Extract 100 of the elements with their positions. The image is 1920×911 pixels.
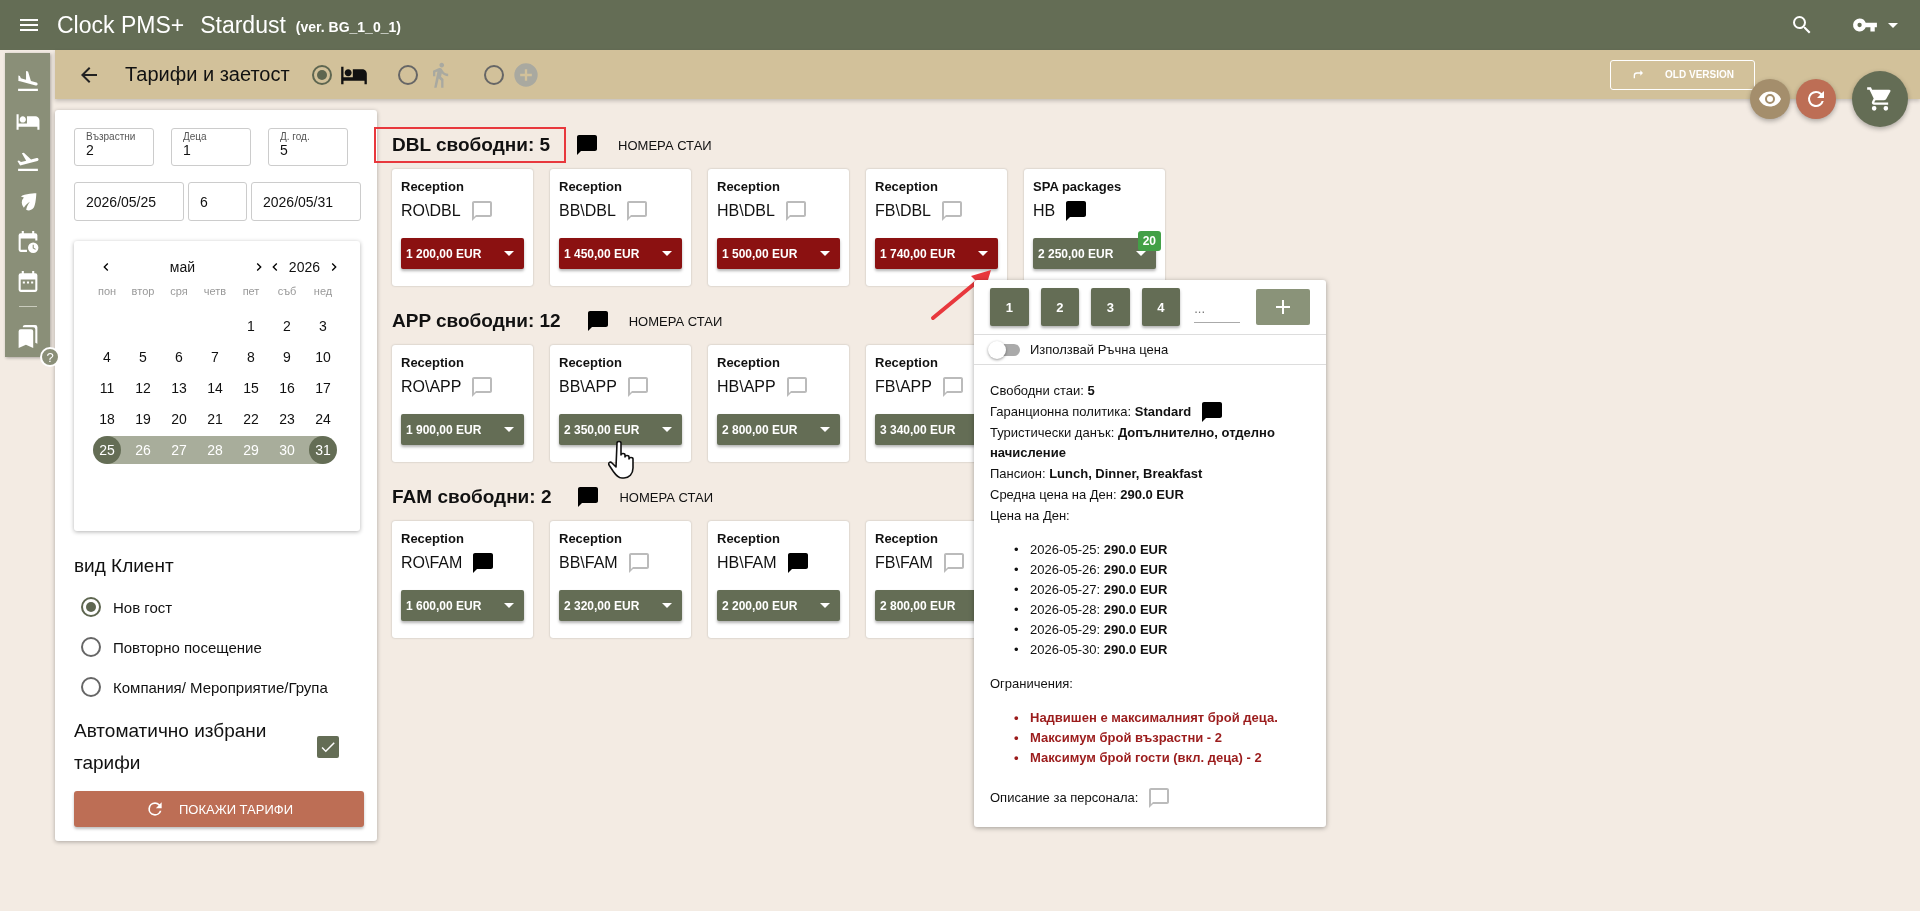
price-dropdown-button[interactable]: 1 200,00 EUR — [401, 238, 524, 269]
room-numbers-link[interactable]: НОМЕРА СТАИ — [618, 137, 712, 153]
show-rates-button[interactable]: ПОКАЖИ ТАРИФИ — [74, 791, 364, 827]
weekday-label: съб — [276, 285, 298, 299]
rate-source: Reception — [401, 355, 465, 370]
calendar-day[interactable]: 3 — [309, 312, 337, 340]
client-type-radio[interactable] — [81, 677, 101, 697]
calendar-day[interactable]: 20 — [165, 405, 193, 433]
refresh-button[interactable] — [1796, 79, 1836, 119]
weekday-label: четв — [202, 285, 228, 299]
weekday-label: пет — [241, 285, 261, 299]
comment-outline-icon[interactable] — [941, 377, 964, 397]
detail-text: Цена на Ден: — [990, 507, 1070, 525]
caret-icon[interactable] — [1888, 22, 1898, 28]
filled-comment-icon[interactable] — [577, 487, 600, 507]
room-numbers-link[interactable]: НОМЕРА СТАИ — [628, 313, 723, 329]
calendar-day[interactable]: 1 — [237, 312, 265, 340]
price-dropdown-button[interactable]: 2 200,00 EUR — [717, 590, 840, 621]
auto-rates-checkbox[interactable] — [317, 736, 339, 758]
comment-outline-icon[interactable] — [627, 553, 650, 573]
comment-outline-icon[interactable] — [626, 377, 649, 397]
price-dropdown-button[interactable]: 1 740,00 EUR — [875, 238, 998, 269]
date-field[interactable]: 6 — [188, 182, 247, 221]
comment-outline-icon[interactable] — [625, 201, 648, 221]
price-dropdown-button[interactable]: 1 900,00 EUR — [401, 414, 524, 445]
cart-button[interactable] — [1852, 71, 1908, 127]
comment-outline-icon[interactable] — [1148, 788, 1171, 808]
room-type-title: APP свободни: 12 — [392, 309, 562, 333]
filled-comment-icon[interactable] — [586, 311, 609, 331]
calendar-day[interactable]: 7 — [201, 343, 229, 371]
price-dropdown-button[interactable]: 1 500,00 EUR — [717, 238, 840, 269]
calendar-day[interactable]: 22 — [237, 405, 265, 433]
comment-outline-icon[interactable] — [784, 201, 807, 221]
calendar-day[interactable]: 17 — [309, 374, 337, 402]
calendar-day[interactable]: 6 — [165, 343, 193, 371]
rate-source: Reception — [875, 179, 939, 194]
calendar-day[interactable]: 4 — [93, 343, 121, 371]
number-field[interactable]: Деца 1 — [171, 128, 251, 166]
rate-source: Reception — [875, 531, 939, 546]
comment-outline-icon[interactable] — [470, 201, 493, 221]
date-field[interactable]: 2026/05/31 — [251, 182, 361, 221]
comment-outline-icon[interactable] — [941, 201, 963, 221]
month-label[interactable]: май — [114, 259, 251, 275]
price-dropdown-button[interactable]: 1 450,00 EUR — [559, 238, 682, 269]
calendar-day[interactable]: 14 — [201, 374, 229, 402]
client-type-radio[interactable] — [81, 597, 101, 617]
comment-outline-icon[interactable] — [942, 553, 965, 573]
mode-radio[interactable] — [397, 64, 418, 85]
calendar-day[interactable]: 24 — [309, 405, 337, 433]
filled-comment-icon[interactable] — [472, 553, 495, 573]
filled-comment-icon[interactable] — [1065, 201, 1088, 221]
price-dropdown-button[interactable]: 1 600,00 EUR — [401, 590, 524, 621]
calendar-day[interactable]: 31 — [309, 436, 337, 464]
comment-outline-icon[interactable] — [785, 377, 808, 397]
quantity-button[interactable]: 4 — [1141, 288, 1181, 326]
calendar-day[interactable]: 2 — [273, 312, 301, 340]
calendar-day[interactable]: 12 — [129, 374, 157, 402]
mode-radio[interactable] — [483, 64, 504, 85]
calendar-day[interactable]: 18 — [93, 405, 121, 433]
calendar-day[interactable]: 16 — [273, 374, 301, 402]
filled-comment-icon[interactable] — [1201, 402, 1224, 422]
rate-source: Reception — [717, 531, 781, 546]
date-field[interactable]: 2026/05/25 — [74, 182, 184, 221]
rate-source: Reception — [717, 179, 781, 194]
caret-icon — [504, 251, 514, 256]
calendar-day[interactable]: 10 — [309, 343, 337, 371]
calendar-day[interactable]: 11 — [93, 374, 121, 402]
comment-outline-icon[interactable] — [471, 377, 494, 397]
calendar-day[interactable]: 21 — [201, 405, 229, 433]
eye-button[interactable] — [1750, 79, 1790, 119]
calendar-day[interactable]: 9 — [273, 343, 301, 371]
price-dropdown-button[interactable]: 2 800,00 EUR — [717, 414, 840, 445]
caret-icon — [978, 251, 988, 256]
daily-price: 2026-05-29: 290.0 EUR — [1030, 621, 1168, 639]
filled-comment-icon[interactable] — [786, 553, 809, 573]
quantity-button[interactable]: 2 — [1040, 288, 1080, 326]
caret-icon — [504, 427, 514, 432]
calendar-day[interactable]: 15 — [237, 374, 265, 402]
add-button[interactable] — [1256, 289, 1310, 325]
price-dropdown-button[interactable]: 2 320,00 EUR — [559, 590, 682, 621]
calendar-day[interactable]: 13 — [165, 374, 193, 402]
number-field[interactable]: Възрастни 2 — [74, 128, 154, 166]
toggle-switch[interactable] — [990, 343, 1020, 356]
rate-source: Reception — [717, 355, 781, 370]
calendar-day[interactable]: 5 — [129, 343, 157, 371]
calendar-day[interactable]: 25 — [93, 436, 121, 464]
weekday-label: сря — [169, 285, 189, 299]
number-field[interactable]: Д. год. 5 — [268, 128, 348, 166]
filled-comment-icon[interactable] — [576, 135, 599, 155]
quantity-button[interactable]: 1 — [990, 288, 1029, 326]
calendar-day[interactable]: 19 — [129, 405, 157, 433]
year-label[interactable]: 2026 — [288, 259, 320, 275]
client-type-radio[interactable] — [81, 637, 101, 657]
quantity-button[interactable]: 3 — [1091, 288, 1130, 326]
calendar-day[interactable]: 23 — [273, 405, 301, 433]
bullet: • — [1014, 749, 1020, 767]
mode-radio[interactable] — [311, 64, 332, 85]
room-numbers-link[interactable]: НОМЕРА СТАИ — [619, 489, 714, 505]
price-dropdown-button[interactable]: 2 350,00 EUR — [559, 414, 682, 445]
calendar-day[interactable]: 8 — [237, 343, 265, 371]
